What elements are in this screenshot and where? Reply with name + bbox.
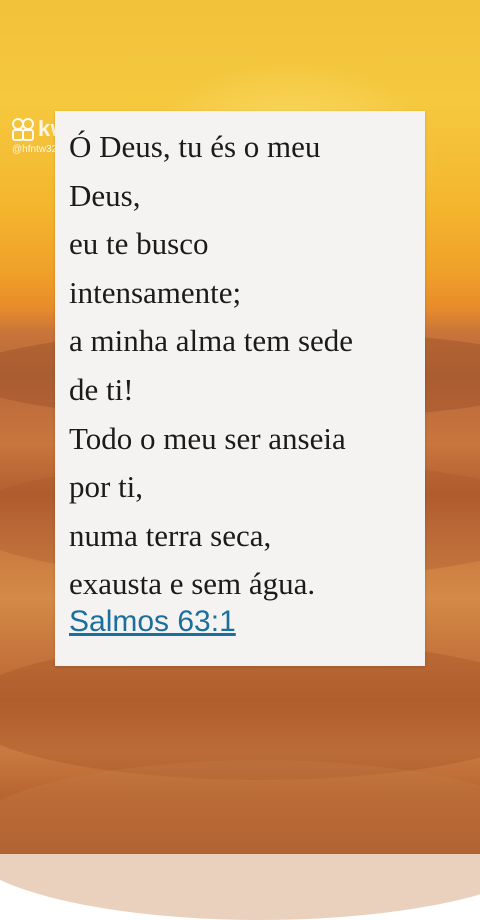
verse-line: intensamente; [69,274,242,310]
verse-line: a minha alma tem sede [69,323,354,359]
kwai-logo-icon [12,118,34,141]
verse-line: Todo o meu ser anseia [69,420,346,456]
verse-line: exausta e sem água. [69,566,316,602]
verse-line: Deus, [69,177,141,213]
dune-shadow [0,760,480,920]
verse-text: Ó Deus, tu és o meu Deus, eu te busco in… [69,123,419,609]
verse-line: de ti! [69,371,134,407]
verse-reference-link[interactable]: Salmos 63:1 [69,605,236,639]
verse-card: Ó Deus, tu és o meu Deus, eu te busco in… [55,111,425,666]
verse-line: eu te busco [69,226,209,262]
verse-line: Ó Deus, tu és o meu [69,129,321,164]
verse-line: numa terra seca, [69,517,272,553]
verse-line: por ti, [69,469,144,505]
